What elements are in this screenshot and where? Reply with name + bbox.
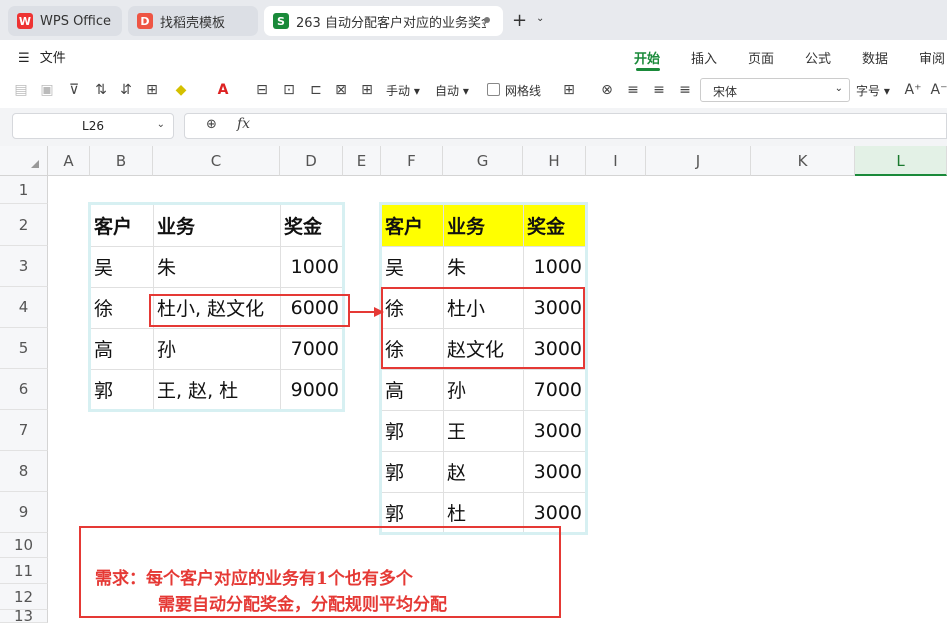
zoom-icon[interactable]: ⊕ bbox=[206, 117, 217, 132]
name-box[interactable]: L26 ⌄ bbox=[12, 113, 174, 139]
column-header-D[interactable]: D bbox=[280, 146, 343, 176]
docer-logo-icon: D bbox=[137, 13, 153, 29]
column-header-G[interactable]: G bbox=[443, 146, 523, 176]
highlight-box-source bbox=[149, 294, 350, 327]
tab-data[interactable]: 数据 bbox=[862, 48, 888, 67]
cell-style-icon[interactable]: ⊞ bbox=[560, 81, 578, 99]
requirement-line-2: 需要自动分配奖金，分配规则平均分配 bbox=[158, 595, 447, 615]
column-header-J[interactable]: J bbox=[646, 146, 751, 176]
table-style-icon[interactable]: ⊞ bbox=[358, 81, 376, 99]
format-painter-icon[interactable]: ⊟ bbox=[253, 81, 271, 99]
align-right-icon[interactable]: ≡ bbox=[676, 81, 694, 99]
tab-label: 找稻壳模板 bbox=[160, 15, 226, 31]
clear-icon[interactable]: ⊗ bbox=[598, 81, 616, 99]
tab-review[interactable]: 审阅 bbox=[919, 48, 945, 67]
function-icon[interactable]: fx bbox=[237, 116, 250, 132]
column-header-E[interactable]: E bbox=[343, 146, 381, 176]
row-header-11[interactable]: 11 bbox=[0, 558, 48, 584]
row-header-8[interactable]: 8 bbox=[0, 451, 48, 492]
manual-text: 手动 bbox=[386, 84, 411, 98]
auto-label[interactable]: 自动 ▾ bbox=[435, 82, 469, 99]
tab-page[interactable]: 页面 bbox=[748, 48, 774, 67]
file-menu[interactable]: ☰ 文件 bbox=[18, 47, 66, 66]
column-header-K[interactable]: K bbox=[751, 146, 855, 176]
manual-label[interactable]: 手动 ▾ bbox=[386, 82, 420, 99]
tab-label: WPS Office bbox=[40, 13, 112, 29]
active-tab-indicator bbox=[636, 68, 660, 71]
row-header-5[interactable]: 5 bbox=[0, 328, 48, 369]
tab-home[interactable]: 开始 bbox=[634, 48, 660, 67]
select-all-corner[interactable] bbox=[0, 146, 48, 176]
row-header-13[interactable]: 13 bbox=[0, 609, 48, 623]
sort-descending-icon[interactable]: ⇵ bbox=[117, 81, 135, 99]
close-tab-icon[interactable] bbox=[481, 14, 493, 26]
chevron-down-icon[interactable]: ⌄ bbox=[536, 13, 544, 24]
column-header-B[interactable]: B bbox=[90, 146, 153, 176]
tab-templates[interactable]: D 找稻壳模板 bbox=[128, 6, 258, 36]
freeze-icon[interactable]: ⊠ bbox=[332, 81, 350, 99]
tab-formula[interactable]: 公式 bbox=[805, 48, 831, 67]
column-header-F[interactable]: F bbox=[381, 146, 443, 176]
file-label: 文件 bbox=[39, 51, 66, 66]
tab-label: 263 自动分配客户对应的业务奖金 bbox=[296, 15, 486, 31]
wps-logo-icon: W bbox=[17, 13, 33, 29]
column-header-L[interactable]: L bbox=[855, 146, 947, 176]
chevron-down-icon: ⌄ bbox=[834, 83, 843, 94]
row-header-9[interactable]: 9 bbox=[0, 492, 48, 533]
arrow-icon bbox=[350, 307, 384, 317]
requirement-line-1: 需求：每个客户对应的业务有1个也有多个 bbox=[95, 569, 413, 589]
spreadsheet-logo-icon: S bbox=[273, 13, 289, 29]
decrease-font-icon[interactable]: A⁻ bbox=[930, 81, 947, 99]
tab-insert[interactable]: 插入 bbox=[691, 48, 717, 67]
row-header-1[interactable]: 1 bbox=[0, 176, 48, 204]
gridlines-label: 网格线 bbox=[505, 84, 542, 98]
row-header-6[interactable]: 6 bbox=[0, 369, 48, 410]
align-left-icon[interactable]: ≡ bbox=[624, 81, 642, 99]
gridlines-checkbox[interactable] bbox=[487, 83, 500, 96]
row-header-2[interactable]: 2 bbox=[0, 204, 48, 246]
row-header-10[interactable]: 10 bbox=[0, 533, 48, 558]
new-tab-icon[interactable]: + bbox=[512, 10, 527, 31]
column-header-A[interactable]: A bbox=[48, 146, 90, 176]
highlight-box-result bbox=[381, 287, 585, 369]
column-header-H[interactable]: H bbox=[523, 146, 586, 176]
increase-font-icon[interactable]: A⁺ bbox=[904, 81, 922, 99]
cell-reference: L26 bbox=[82, 119, 104, 133]
column-header-C[interactable]: C bbox=[153, 146, 280, 176]
row-header-4[interactable]: 4 bbox=[0, 287, 48, 328]
align-center-icon[interactable]: ≡ bbox=[650, 81, 668, 99]
row-header-7[interactable]: 7 bbox=[0, 410, 48, 451]
font-size-select[interactable]: 字号 ▾ bbox=[856, 82, 890, 99]
wrap-icon[interactable]: ⊏ bbox=[307, 81, 325, 99]
formula-input[interactable] bbox=[184, 113, 947, 139]
chevron-down-icon: ⌄ bbox=[156, 119, 165, 130]
sort-ascending-icon[interactable]: ⇅ bbox=[92, 81, 110, 99]
fill-color-icon[interactable]: ◆ bbox=[172, 81, 190, 99]
merge-icon[interactable]: ⊡ bbox=[280, 81, 298, 99]
border-icon[interactable]: ⊞ bbox=[143, 81, 161, 99]
paste-special-icon[interactable]: ▤ bbox=[12, 81, 30, 99]
font-size-text: 字号 bbox=[856, 84, 881, 98]
row-header-3[interactable]: 3 bbox=[0, 246, 48, 287]
paste-icon[interactable]: ▣ bbox=[38, 81, 56, 99]
auto-text: 自动 bbox=[435, 84, 460, 98]
font-name-value: 宋体 bbox=[713, 85, 738, 99]
font-color-icon[interactable]: A bbox=[214, 81, 232, 99]
column-header-I[interactable]: I bbox=[586, 146, 646, 176]
font-name-select[interactable]: 宋体 ⌄ bbox=[700, 78, 850, 102]
filter-icon[interactable]: ⊽ bbox=[65, 81, 83, 99]
tab-spreadsheet[interactable]: S 263 自动分配客户对应的业务奖金 bbox=[264, 6, 503, 36]
tab-wps-office[interactable]: W WPS Office bbox=[8, 6, 122, 36]
hamburger-icon: ☰ bbox=[18, 51, 30, 66]
